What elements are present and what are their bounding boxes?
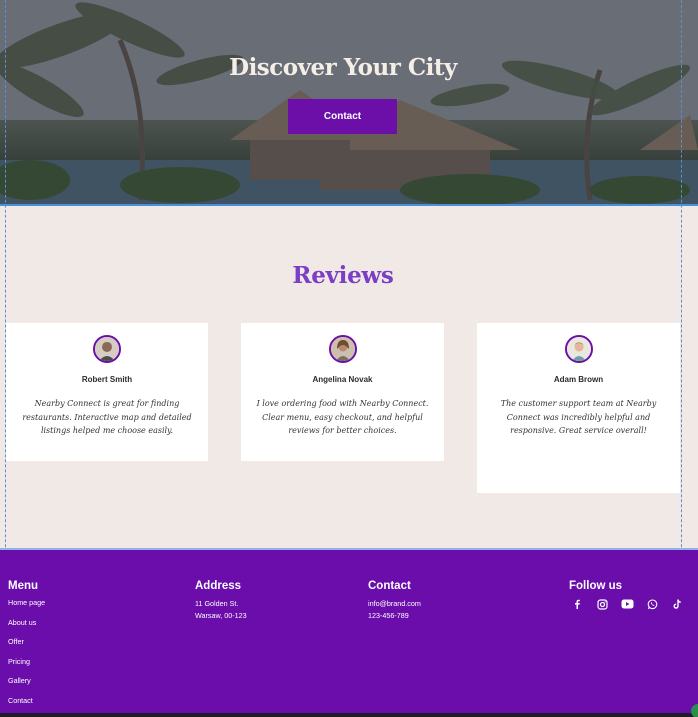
- avatar: [93, 335, 121, 363]
- floating-chat-icon[interactable]: [691, 704, 698, 717]
- facebook-icon[interactable]: [569, 598, 585, 610]
- reviewer-name: Angelina Novak: [312, 375, 373, 384]
- address-line: 11 Golden St.: [195, 599, 239, 608]
- avatar: [328, 335, 357, 363]
- hero-section: Discover Your City Contact: [0, 0, 698, 204]
- footer-follow: Follow us: [569, 580, 685, 610]
- address-line: Warsaw, 00-123: [195, 610, 247, 620]
- browser-bottom-edge: [0, 713, 698, 717]
- footer-link-gallery[interactable]: Gallery: [8, 676, 45, 685]
- reviewer-name: Adam Brown: [553, 375, 604, 384]
- contact-phone-link[interactable]: 123-456-789: [368, 610, 421, 622]
- footer-link-offer[interactable]: Offer: [8, 637, 45, 646]
- social-icons: [569, 598, 685, 610]
- review-card: Robert Smith Nearby Connect is great for…: [6, 323, 208, 461]
- whatsapp-icon[interactable]: [644, 598, 660, 610]
- footer-link-home[interactable]: Home page: [8, 598, 45, 607]
- contact-email-link[interactable]: info@brand.com: [368, 598, 421, 610]
- review-card: Adam Brown The customer support team at …: [477, 323, 680, 493]
- avatar: [564, 335, 593, 363]
- hero-title: Discover Your City: [229, 54, 457, 81]
- footer-link-about[interactable]: About us: [8, 618, 45, 627]
- footer-link-pricing[interactable]: Pricing: [8, 657, 45, 666]
- reviews-title: Reviews: [292, 262, 394, 289]
- footer-menu: Menu Home page About us Offer Pricing Ga…: [8, 580, 45, 715]
- footer: Menu Home page About us Offer Pricing Ga…: [0, 550, 698, 713]
- reviewer-name: Robert Smith: [81, 375, 133, 384]
- review-card: Angelina Novak I love ordering food with…: [241, 323, 444, 461]
- review-text: I love ordering food with Nearby Connect…: [256, 399, 429, 435]
- review-text: Nearby Connect is great for finding rest…: [22, 399, 192, 435]
- footer-contact-title: Contact: [368, 580, 411, 592]
- section-divider: [0, 204, 698, 206]
- footer-follow-title: Follow us: [569, 580, 623, 592]
- contact-button[interactable]: Contact: [288, 99, 397, 134]
- review-text: The customer support team at Nearby Conn…: [500, 399, 657, 435]
- footer-contact: Contact info@brand.com 123-456-789: [368, 580, 421, 621]
- footer-address-title: Address: [195, 580, 242, 592]
- tiktok-icon[interactable]: [669, 598, 685, 610]
- instagram-icon[interactable]: [594, 598, 610, 610]
- youtube-icon[interactable]: [619, 598, 635, 610]
- footer-link-contact[interactable]: Contact: [8, 696, 45, 705]
- footer-menu-title: Menu: [8, 580, 39, 592]
- footer-address: Address 11 Golden St. Warsaw, 00-123: [195, 580, 247, 621]
